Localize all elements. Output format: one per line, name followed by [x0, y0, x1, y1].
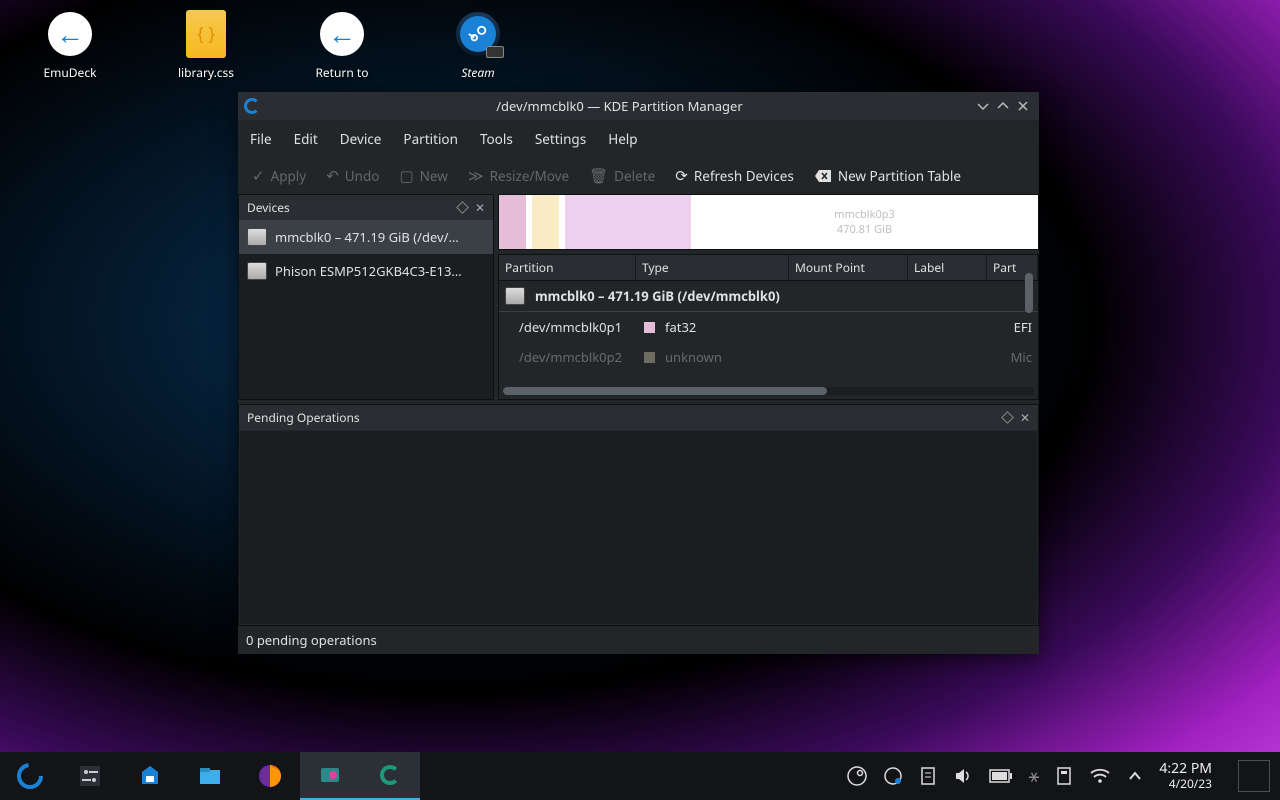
drive-icon	[247, 228, 267, 246]
clipboard-icon[interactable]	[919, 766, 937, 786]
task-settings[interactable]	[60, 752, 120, 800]
device-item-phison[interactable]: Phison ESMP512GKB4C3-E13…	[239, 254, 493, 288]
resize-button[interactable]: ≫Resize/Move	[468, 166, 569, 186]
menubar: File Edit Device Partition Tools Setting…	[238, 120, 1039, 158]
th-label[interactable]: Label	[908, 255, 987, 280]
undo-button[interactable]: ↶Undo	[326, 166, 379, 186]
partition-table: Partition Type Mount Point Label Part mm…	[498, 254, 1039, 400]
desktop-icon-librarycss[interactable]: { } library.css	[166, 10, 246, 81]
apply-button[interactable]: ✓Apply	[252, 166, 306, 186]
th-partition[interactable]: Partition	[499, 255, 636, 280]
panel-float-icon[interactable]	[1001, 411, 1014, 424]
toolbar: ✓Apply ↶Undo ▢New ≫Resize/Move 🗑Delete ⟳…	[238, 158, 1039, 194]
menu-file[interactable]: File	[250, 130, 272, 148]
battery-icon[interactable]	[989, 769, 1013, 783]
delete-button[interactable]: 🗑Delete	[589, 166, 655, 186]
menu-settings[interactable]: Settings	[535, 130, 586, 148]
fs-color-icon	[644, 322, 655, 333]
maximize-button[interactable]	[993, 96, 1013, 116]
desktop-icon-label: Steam	[461, 64, 494, 81]
desktop-icons: ← EmuDeck { } library.css ← Return to St…	[30, 10, 518, 81]
new-button[interactable]: ▢New	[399, 166, 447, 186]
desktop-icon-label: EmuDeck	[43, 64, 96, 81]
refresh-icon: ⟳	[675, 166, 688, 186]
new-icon: ▢	[399, 166, 413, 186]
drive-icon	[505, 287, 525, 305]
app-icon	[244, 98, 260, 114]
fs-color-icon	[644, 352, 655, 363]
window-title: /dev/mmcblk0 — KDE Partition Manager	[266, 97, 973, 115]
device-row[interactable]: mmcblk0 – 471.19 GiB (/dev/mmcblk0)	[499, 281, 1038, 312]
steam-tray-icon[interactable]	[847, 766, 867, 786]
horizontal-scrollbar[interactable]	[503, 387, 1034, 395]
task-spectacle[interactable]	[300, 752, 360, 800]
th-type[interactable]: Type	[636, 255, 789, 280]
th-mount[interactable]: Mount Point	[789, 255, 908, 280]
partition-segment-3[interactable]	[565, 195, 691, 249]
close-button[interactable]	[1013, 96, 1033, 116]
pending-title: Pending Operations	[247, 409, 1003, 426]
desktop-icon-returnto[interactable]: ← Return to	[302, 10, 382, 81]
main-area: mmcblk0p3 470.81 GiB Partition Type Moun…	[498, 194, 1039, 400]
desktop-icon-emudeck[interactable]: ← EmuDeck	[30, 10, 110, 81]
partition-manager-window: /dev/mmcblk0 — KDE Partition Manager Fil…	[238, 92, 1039, 654]
volume-icon[interactable]	[953, 766, 973, 786]
show-desktop-button[interactable]	[1238, 760, 1270, 792]
task-firefox[interactable]	[240, 752, 300, 800]
taskbar: ⚹ 4:22 PM 4/20/23	[0, 752, 1280, 800]
desktop-icon-label: library.css	[178, 64, 234, 81]
arrow-left-icon: ←	[320, 12, 364, 56]
wifi-icon[interactable]	[1089, 767, 1111, 785]
desktop-icon-steam[interactable]: Steam	[438, 10, 518, 81]
partition-segment-4[interactable]: mmcblk0p3 470.81 GiB	[691, 195, 1038, 249]
pending-operations-panel: Pending Operations ✕	[238, 404, 1039, 626]
task-partition-manager[interactable]	[360, 752, 420, 800]
table-row[interactable]: /dev/mmcblk0p1 fat32 EFI	[499, 312, 1038, 342]
undo-icon: ↶	[326, 166, 339, 186]
chevron-up-icon[interactable]	[1127, 768, 1143, 784]
menu-partition[interactable]: Partition	[403, 130, 458, 148]
table-header: Partition Type Mount Point Label Part	[499, 255, 1038, 281]
menu-tools[interactable]: Tools	[480, 130, 513, 148]
start-button[interactable]	[0, 752, 60, 800]
devices-title: Devices	[247, 199, 458, 216]
drive-icon	[247, 262, 267, 280]
minimize-button[interactable]	[973, 96, 993, 116]
erase-icon	[814, 169, 832, 183]
check-icon: ✓	[252, 166, 265, 186]
clock[interactable]: 4:22 PM 4/20/23	[1159, 761, 1212, 791]
partition-segment-1[interactable]	[499, 195, 526, 249]
partition-segment-2[interactable]	[532, 195, 559, 249]
table-row[interactable]: /dev/mmcblk0p2 unknown Mic	[499, 342, 1038, 372]
css-file-icon: { }	[186, 10, 226, 58]
arrow-left-icon: ←	[48, 12, 92, 56]
devices-panel: Devices ✕ mmcblk0 – 471.19 GiB (/dev/… P…	[238, 194, 494, 400]
vertical-scrollbar[interactable]	[1025, 273, 1033, 313]
menu-device[interactable]: Device	[340, 130, 382, 148]
panel-close-icon[interactable]: ✕	[1020, 409, 1030, 426]
menu-help[interactable]: Help	[608, 130, 637, 148]
panel-close-icon[interactable]: ✕	[475, 199, 485, 216]
device-item-mmcblk0[interactable]: mmcblk0 – 471.19 GiB (/dev/…	[239, 220, 493, 254]
system-tray: ⚹ 4:22 PM 4/20/23	[847, 760, 1280, 792]
new-partition-table-button[interactable]: New Partition Table	[814, 167, 961, 185]
keyboard-icon[interactable]	[1055, 766, 1073, 786]
updates-icon[interactable]	[883, 766, 903, 786]
status-bar: 0 pending operations	[238, 626, 1039, 654]
pending-list	[240, 431, 1037, 624]
desktop-icon-label: Return to	[315, 64, 368, 81]
menu-edit[interactable]: Edit	[294, 130, 318, 148]
bluetooth-icon[interactable]: ⚹	[1029, 764, 1040, 788]
task-dolphin[interactable]	[180, 752, 240, 800]
trash-icon: 🗑	[589, 166, 608, 186]
titlebar[interactable]: /dev/mmcblk0 — KDE Partition Manager	[238, 92, 1039, 120]
refresh-button[interactable]: ⟳Refresh Devices	[675, 166, 794, 186]
partition-graph[interactable]: mmcblk0p3 470.81 GiB	[498, 194, 1039, 250]
task-discover[interactable]	[120, 752, 180, 800]
steam-icon	[456, 12, 500, 56]
panel-float-icon[interactable]	[456, 201, 469, 214]
resize-icon: ≫	[468, 166, 484, 186]
